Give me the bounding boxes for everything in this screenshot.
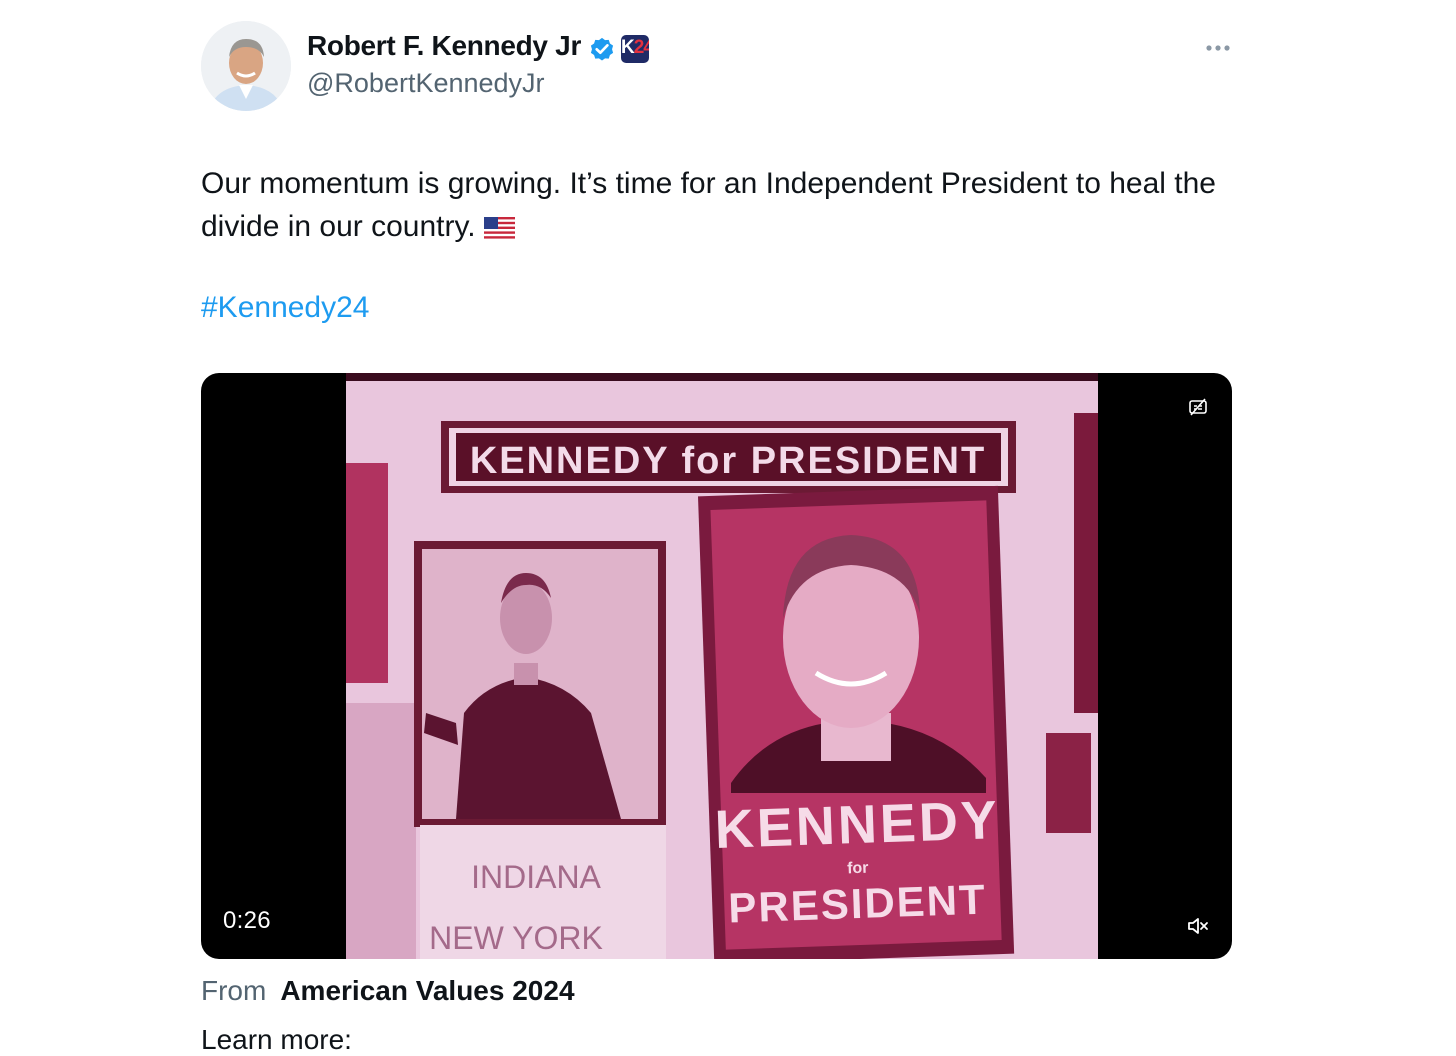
video-frame: KENNEDY for PRESIDENT INDIANA NEW YORK K… <box>346 373 1098 959</box>
tweet-text: Our momentum is growing. It’s time for a… <box>201 162 1241 248</box>
k24-badge-label: K24 <box>621 37 649 58</box>
author-handle[interactable]: @RobertKennedyJr <box>307 68 545 99</box>
tweet: Robert F. Kennedy Jr K24 @RobertKennedyJ… <box>0 0 1456 1055</box>
placard-text: INDIANA <box>471 859 601 895</box>
banner-text: KENNEDY for PRESIDENT <box>470 440 986 482</box>
poster-line-3: PRESIDENT <box>728 876 988 932</box>
from-label: From <box>201 975 267 1006</box>
avatar[interactable] <box>201 21 291 111</box>
source-link[interactable]: American Values 2024 <box>280 975 574 1006</box>
video-player[interactable]: KENNEDY for PRESIDENT INDIANA NEW YORK K… <box>201 373 1232 959</box>
poster-line-1: KENNEDY <box>714 790 1001 860</box>
more-options-icon[interactable] <box>1205 42 1231 54</box>
us-flag-icon <box>483 217 515 239</box>
placard-text-2: NEW YORK <box>429 920 603 956</box>
hashtag-link[interactable]: #Kennedy24 <box>201 291 370 325</box>
avatar-image <box>201 21 291 111</box>
verified-badge-icon[interactable] <box>588 35 616 63</box>
muted-speaker-icon[interactable] <box>1186 914 1210 938</box>
video-duration: 0:26 <box>223 907 271 934</box>
tweet-text-content: Our momentum is growing. It’s time for a… <box>201 167 1216 243</box>
learn-more-text: Learn more: <box>201 1024 352 1055</box>
video-attribution: From American Values 2024 <box>201 975 575 1007</box>
author-name[interactable]: Robert F. Kennedy Jr <box>307 30 581 62</box>
captions-off-icon[interactable] <box>1188 397 1208 417</box>
k24-affiliation-badge[interactable]: K24 <box>621 35 649 63</box>
poster-line-2: for <box>847 860 869 878</box>
